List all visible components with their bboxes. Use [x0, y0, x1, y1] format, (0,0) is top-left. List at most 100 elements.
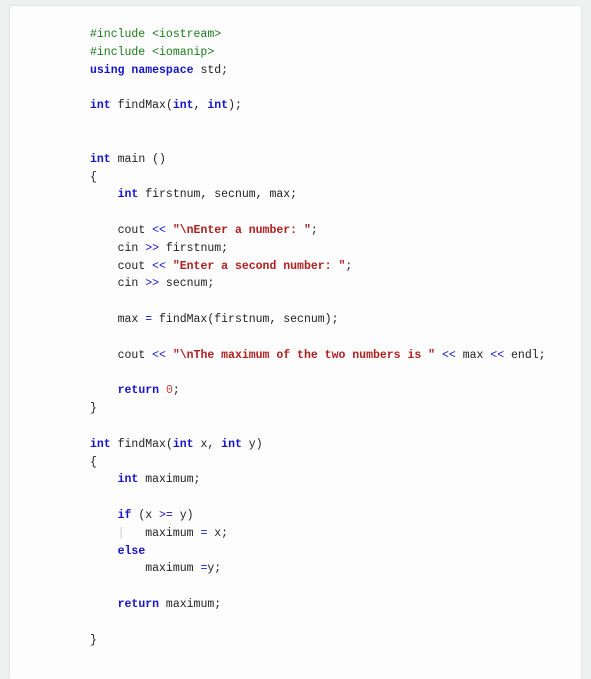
string: "Enter a second number: " — [166, 260, 345, 273]
blank-line — [90, 578, 581, 596]
identifier: cout — [118, 260, 153, 273]
keyword: namespace — [131, 64, 193, 77]
blank-line — [90, 133, 581, 151]
identifier: (x — [131, 509, 159, 522]
code-line: { — [90, 454, 581, 472]
code-block: #include <iostream> #include <iomanip> u… — [10, 6, 581, 679]
identifier: secnum; — [159, 277, 214, 290]
blank-line — [90, 293, 581, 311]
operator: << — [152, 224, 166, 237]
keyword: int — [207, 99, 228, 112]
identifier: main — [118, 153, 153, 166]
string: "\nThe maximum of the two numbers is " — [166, 349, 442, 362]
identifier: x; — [207, 527, 228, 540]
blank-line — [90, 115, 581, 133]
identifier: y) — [173, 509, 194, 522]
punct: ; — [311, 224, 318, 237]
identifier: max — [118, 313, 146, 326]
identifier: y) — [242, 438, 263, 451]
code-line: cin >> firstnum; — [90, 240, 581, 258]
identifier: firstnum, secnum, max; — [138, 188, 297, 201]
punct: ; — [221, 64, 228, 77]
keyword: return — [118, 384, 159, 397]
operator: >= — [159, 509, 173, 522]
operator: << — [152, 260, 166, 273]
blank-line — [90, 489, 581, 507]
keyword: return — [118, 598, 159, 611]
blank-line — [90, 204, 581, 222]
identifier: std — [200, 64, 221, 77]
code-line: return maximum; — [90, 596, 581, 614]
identifier: endl; — [504, 349, 545, 362]
identifier: max — [456, 349, 491, 362]
code-line: int firstnum, secnum, max; — [90, 186, 581, 204]
identifier: maximum — [145, 562, 200, 575]
keyword: if — [118, 509, 132, 522]
code-line: int findMax(int x, int y) — [90, 436, 581, 454]
brace: } — [90, 634, 97, 647]
brace: } — [90, 402, 97, 415]
identifier: cin — [118, 242, 146, 255]
blank-line — [90, 418, 581, 436]
blank-line — [90, 329, 581, 347]
keyword: int — [118, 473, 139, 486]
operator: >> — [145, 242, 159, 255]
code-line: } — [90, 400, 581, 418]
identifier: findMax — [118, 99, 166, 112]
code-line: #include <iostream> — [90, 26, 581, 44]
punct: ); — [228, 99, 242, 112]
code-line: else — [90, 543, 581, 561]
code-line: cin >> secnum; — [90, 275, 581, 293]
code-line: cout << "\nEnter a number: "; — [90, 222, 581, 240]
indent-guide: | — [118, 527, 146, 540]
code-line: int maximum; — [90, 471, 581, 489]
punct: ( — [166, 438, 173, 451]
blank-line — [90, 614, 581, 632]
punct: (firstnum, secnum); — [207, 313, 338, 326]
punct: ; — [173, 384, 180, 397]
blank-line — [90, 79, 581, 97]
code-line: using namespace std; — [90, 62, 581, 80]
punct: () — [152, 153, 166, 166]
code-line: { — [90, 169, 581, 187]
identifier: cin — [118, 277, 146, 290]
code-line: if (x >= y) — [90, 507, 581, 525]
keyword: else — [118, 545, 146, 558]
code-line: cout << "\nThe maximum of the two number… — [90, 347, 581, 365]
operator: >> — [145, 277, 159, 290]
number: 0 — [166, 384, 173, 397]
code-line: | maximum = x; — [90, 525, 581, 543]
punct: ( — [166, 99, 173, 112]
string: "\nEnter a number: " — [166, 224, 311, 237]
code-line: int main () — [90, 151, 581, 169]
identifier: x, — [194, 438, 222, 451]
identifier: findMax — [152, 313, 207, 326]
punct: ; — [345, 260, 352, 273]
brace: { — [90, 456, 97, 469]
keyword: int — [173, 99, 194, 112]
identifier: maximum; — [138, 473, 200, 486]
operator: << — [490, 349, 504, 362]
operator: << — [152, 349, 166, 362]
blank-line — [90, 364, 581, 382]
keyword: int — [90, 153, 111, 166]
space — [159, 384, 166, 397]
code-line: maximum =y; — [90, 560, 581, 578]
code-line: return 0; — [90, 382, 581, 400]
identifier: firstnum; — [159, 242, 228, 255]
operator: << — [442, 349, 456, 362]
identifier: cout — [118, 224, 153, 237]
identifier: y; — [207, 562, 221, 575]
code-line: #include <iomanip> — [90, 44, 581, 62]
preprocessor: #include <iomanip> — [90, 46, 214, 59]
punct: , — [194, 99, 208, 112]
identifier: maximum — [145, 527, 200, 540]
keyword: int — [221, 438, 242, 451]
code-line: max = findMax(firstnum, secnum); — [90, 311, 581, 329]
brace: { — [90, 171, 97, 184]
identifier: findMax — [111, 438, 166, 451]
code-line: cout << "Enter a second number: "; — [90, 258, 581, 276]
keyword: using — [90, 64, 125, 77]
keyword: int — [90, 99, 111, 112]
identifier: cout — [118, 349, 153, 362]
